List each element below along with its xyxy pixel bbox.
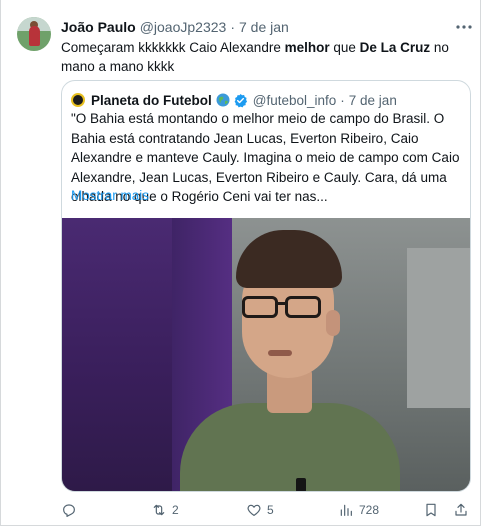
bookmark-button[interactable]: [423, 500, 439, 520]
views-icon: [340, 504, 352, 516]
more-icon[interactable]: [453, 17, 475, 37]
tweet-card[interactable]: João Paulo @joaoJp2323 · 7 de jan Começa…: [0, 0, 481, 526]
action-bar: 2 5 728: [61, 500, 471, 520]
retweet-button[interactable]: 2: [151, 500, 179, 520]
separator-dot: ·: [230, 19, 235, 35]
tweet-date[interactable]: 7 de jan: [239, 19, 289, 35]
reply-icon: [63, 504, 75, 517]
views-button[interactable]: 728: [338, 500, 379, 520]
quote-avatar[interactable]: [71, 93, 85, 107]
bookmark-icon: [426, 503, 436, 517]
share-icon: [455, 503, 467, 516]
quote-date[interactable]: 7 de jan: [349, 93, 397, 108]
quote-author-handle[interactable]: @futebol_info: [253, 93, 337, 108]
verified-badge-icon: [234, 93, 247, 107]
retweet-icon: [153, 504, 165, 516]
quote-media-image[interactable]: [62, 218, 470, 491]
quote-header: Planeta do Futebol @futebol_info · 7 de …: [71, 91, 397, 109]
quote-separator-dot: ·: [340, 92, 345, 108]
quoted-tweet[interactable]: Planeta do Futebol @futebol_info · 7 de …: [61, 80, 471, 492]
reply-button[interactable]: [61, 500, 82, 520]
quote-author-name[interactable]: Planeta do Futebol: [91, 93, 212, 108]
author-handle[interactable]: @joaoJp2323: [140, 19, 227, 35]
author-avatar[interactable]: [17, 17, 51, 51]
tweet-text: Começaram kkkkkkk Caio Alexandre melhor …: [61, 40, 449, 74]
tweet-header: João Paulo @joaoJp2323 · 7 de jan: [61, 18, 289, 36]
globe-icon: [216, 93, 230, 107]
share-button[interactable]: [453, 500, 469, 520]
show-more-link[interactable]: Mostrar mais: [71, 188, 149, 203]
author-name[interactable]: João Paulo: [61, 19, 136, 35]
retweet-count: 2: [172, 503, 179, 517]
views-count: 728: [359, 503, 380, 517]
heart-icon: [247, 504, 261, 516]
like-count: 5: [267, 503, 274, 517]
like-button[interactable]: 5: [246, 500, 274, 520]
